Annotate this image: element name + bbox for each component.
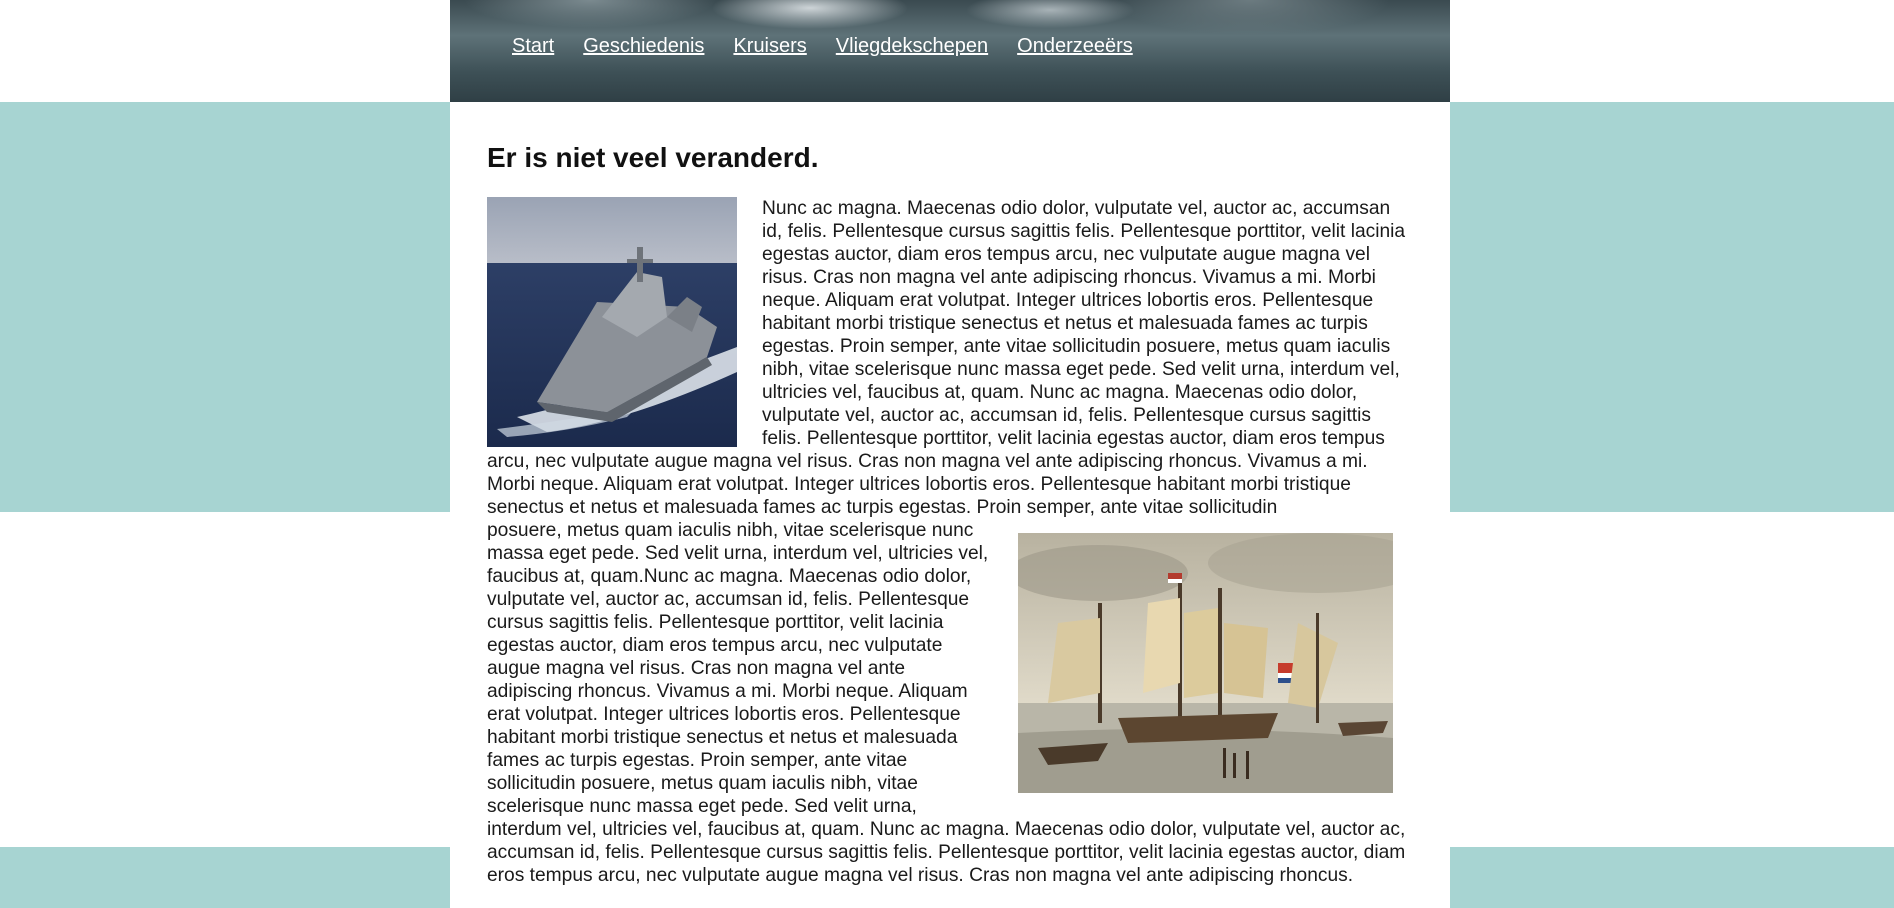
main-navigation: Start Geschiedenis Kruisers Vliegdeksche…	[512, 34, 1162, 58]
header-banner: Start Geschiedenis Kruisers Vliegdeksche…	[450, 0, 1450, 102]
page-title: Er is niet veel veranderd.	[487, 142, 819, 173]
nav-link-geschiedenis[interactable]: Geschiedenis	[583, 34, 704, 58]
nav-link-kruisers[interactable]: Kruisers	[733, 34, 806, 58]
nav-link-vliegdekschepen[interactable]: Vliegdekschepen	[836, 34, 988, 58]
frigate-photo	[487, 197, 737, 447]
main-content: Er is niet veel veranderd. Nunc ac magna…	[487, 102, 1411, 887]
nav-link-start[interactable]: Start	[512, 34, 554, 58]
nav-link-onderzeeers[interactable]: Onderzeeërs	[1017, 34, 1133, 58]
article-body: Nunc ac magna. Maecenas odio dolor, vulp…	[487, 197, 1411, 887]
page-container: Start Geschiedenis Kruisers Vliegdeksche…	[450, 0, 1450, 908]
sailing-ships-painting	[1018, 533, 1393, 793]
